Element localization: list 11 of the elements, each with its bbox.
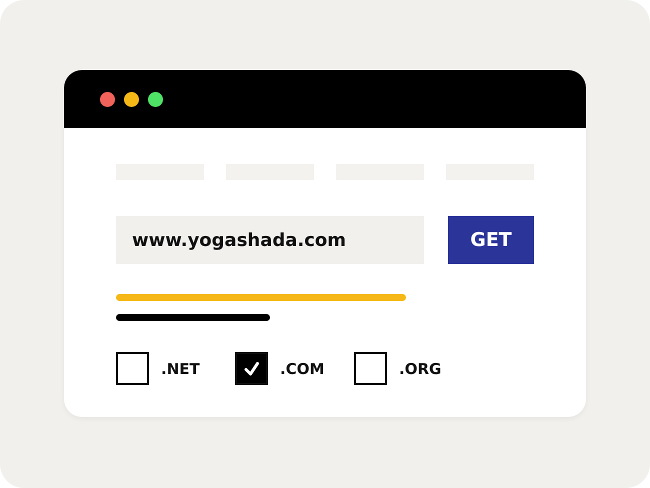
window-control-dot[interactable] — [100, 92, 115, 106]
checkbox[interactable] — [235, 352, 268, 385]
window-control-dot[interactable] — [148, 92, 163, 106]
checkbox[interactable] — [354, 352, 387, 385]
domain-field[interactable]: www.yogashada.com — [116, 216, 424, 264]
checkbox-label: .COM — [280, 360, 324, 378]
checkbox-label: .ORG — [399, 360, 442, 378]
checkbox[interactable] — [116, 352, 149, 385]
window-control-dot[interactable] — [124, 92, 139, 106]
checkbox-label: .NET — [161, 360, 201, 378]
get-button[interactable]: GET — [448, 216, 534, 264]
